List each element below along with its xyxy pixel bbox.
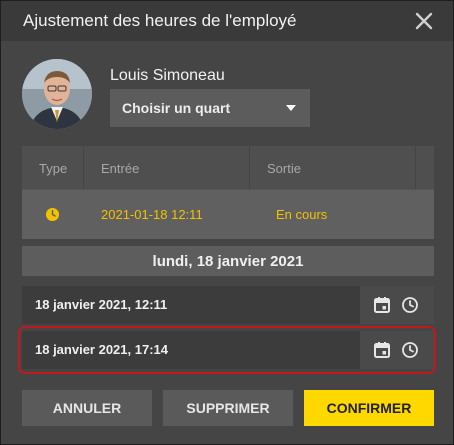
column-header-entry-label: Entrée bbox=[101, 161, 140, 176]
dialog-titlebar: Ajustement des heures de l'employé bbox=[1, 1, 453, 41]
dialog-title: Ajustement des heures de l'employé bbox=[23, 11, 297, 30]
cancel-button[interactable]: ANNULER bbox=[22, 390, 152, 426]
clock-icon[interactable] bbox=[400, 295, 420, 315]
calendar-icon[interactable] bbox=[372, 295, 392, 315]
shift-select-value: Choisir un quart bbox=[122, 100, 231, 116]
column-header-type: Type bbox=[22, 146, 84, 189]
start-datetime-value: 18 janvier 2021, 12:11 bbox=[35, 297, 168, 312]
column-header-type-label: Type bbox=[39, 161, 68, 176]
selected-date-header: lundi, 18 janvier 2021 bbox=[22, 246, 434, 276]
shift-select[interactable]: Choisir un quart bbox=[110, 89, 310, 127]
avatar bbox=[22, 59, 92, 129]
dropdown-caret-icon bbox=[286, 105, 296, 111]
table-row[interactable]: 2021-01-18 12:11 En cours bbox=[22, 190, 434, 239]
column-header-exit: Sortie bbox=[250, 146, 416, 189]
start-datetime-input[interactable]: 18 janvier 2021, 12:11 bbox=[22, 286, 360, 324]
employee-name: Louis Simoneau bbox=[110, 67, 225, 84]
column-header-entry: Entrée bbox=[84, 146, 250, 189]
start-datetime-field: 18 janvier 2021, 12:11 bbox=[22, 286, 434, 324]
employee-hours-dialog: Ajustement des heures de l'employé Louis… bbox=[0, 0, 454, 445]
confirm-button[interactable]: CONFIRMER bbox=[304, 390, 434, 426]
clock-icon bbox=[45, 207, 60, 222]
column-header-filler bbox=[416, 146, 434, 189]
selected-date-label: lundi, 18 janvier 2021 bbox=[152, 253, 304, 270]
column-header-exit-label: Sortie bbox=[267, 161, 301, 176]
end-datetime-highlight bbox=[18, 326, 436, 374]
shifts-table: Type Entrée Sortie 2021-01-18 12:11 En c… bbox=[22, 146, 434, 239]
delete-button[interactable]: SUPPRIMER bbox=[163, 390, 293, 426]
close-icon[interactable] bbox=[413, 10, 435, 32]
row-entry: 2021-01-18 12:11 bbox=[101, 207, 203, 222]
row-exit: En cours bbox=[276, 207, 328, 222]
